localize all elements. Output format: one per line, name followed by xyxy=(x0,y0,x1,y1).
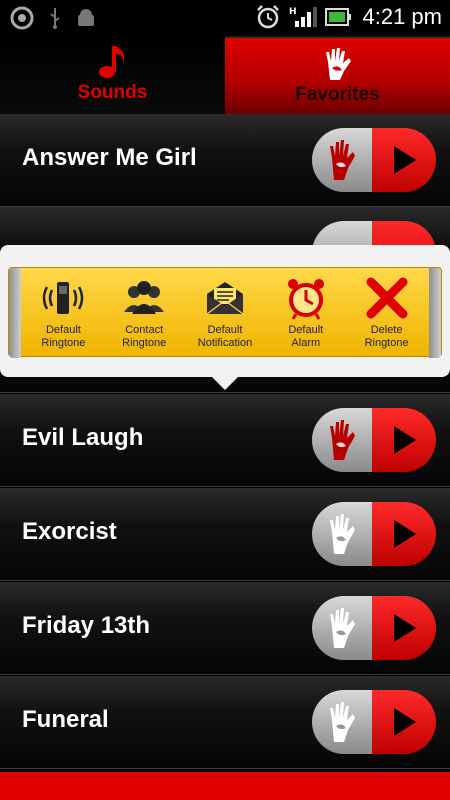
play-icon xyxy=(394,520,416,548)
default-alarm-button[interactable]: Default Alarm xyxy=(265,268,346,358)
bloody-hand-icon xyxy=(330,608,355,648)
list-item[interactable]: Answer Me Girl xyxy=(0,114,450,207)
action-label: Default Ringtone xyxy=(41,324,86,349)
contact-ringtone-button[interactable]: Contact Ringtone xyxy=(104,268,185,358)
android-debug-icon xyxy=(78,9,94,26)
phone-ringing-icon xyxy=(43,282,84,314)
list-item[interactable]: Exorcist xyxy=(0,488,450,581)
action-strip: Default Ringtone Contact Ringtone Defaul… xyxy=(8,267,442,358)
delete-ringtone-button[interactable]: Delete Ringtone xyxy=(346,268,427,358)
strip-handle-left xyxy=(9,268,21,358)
list-item[interactable]: Funeral xyxy=(0,676,450,769)
sound-title: Answer Me Girl xyxy=(22,144,197,171)
favorite-toggle[interactable] xyxy=(312,128,372,192)
usb-icon xyxy=(50,8,60,29)
contacts-icon xyxy=(124,281,165,314)
play-icon xyxy=(394,708,416,736)
default-ringtone-button[interactable]: Default Ringtone xyxy=(23,268,104,358)
music-note-icon xyxy=(98,46,124,78)
bottom-bar xyxy=(0,772,450,800)
list-item[interactable]: Evil Laugh xyxy=(0,394,450,487)
action-label: Default Alarm xyxy=(288,324,324,349)
favorite-toggle[interactable] xyxy=(312,596,372,660)
action-label: Contact Ringtone xyxy=(122,324,167,349)
play-control xyxy=(312,690,436,754)
status-time: 4:21 pm xyxy=(362,4,443,29)
list-item[interactable]: Friday 13th xyxy=(0,582,450,675)
tab-sounds[interactable]: Sounds xyxy=(0,36,225,114)
play-icon xyxy=(394,614,416,642)
signal-icon: H xyxy=(289,7,317,27)
play-button[interactable] xyxy=(372,596,436,660)
play-control xyxy=(312,408,436,472)
tab-favorites[interactable]: Favorites xyxy=(225,36,450,114)
play-button[interactable] xyxy=(372,408,436,472)
sound-title: Friday 13th xyxy=(22,612,151,639)
bloody-hand-icon xyxy=(330,514,355,554)
favorite-toggle[interactable] xyxy=(312,408,372,472)
action-label: Default Notification xyxy=(197,324,253,349)
bloody-hand-icon xyxy=(330,140,355,180)
strip-handle-right xyxy=(429,268,441,358)
ringtone-action-popup: Default Ringtone Contact Ringtone Defaul… xyxy=(0,245,450,377)
tab-bar: Sounds Favorites xyxy=(0,36,450,114)
play-icon xyxy=(394,146,416,174)
play-icon xyxy=(394,426,416,454)
play-control xyxy=(312,596,436,660)
alarm-status-icon xyxy=(256,5,279,29)
default-notification-button[interactable]: Default Notification xyxy=(185,268,266,358)
status-bar: H 4:21 pm xyxy=(0,0,450,36)
play-control xyxy=(312,502,436,566)
bloody-hand-icon xyxy=(330,420,355,460)
tab-sounds-label: Sounds xyxy=(77,82,148,103)
bloody-hand-icon xyxy=(325,48,351,80)
favorite-toggle[interactable] xyxy=(312,502,372,566)
play-control xyxy=(312,128,436,192)
sound-title: Exorcist xyxy=(22,518,117,545)
battery-icon xyxy=(324,8,351,26)
action-label: Delete Ringtone xyxy=(364,324,409,349)
alarm-clock-icon xyxy=(287,279,324,320)
sound-title: Funeral xyxy=(22,706,109,733)
play-button[interactable] xyxy=(372,128,436,192)
play-button[interactable] xyxy=(372,502,436,566)
delete-x-icon xyxy=(366,277,408,319)
svg-text:H: H xyxy=(289,7,297,17)
favorite-toggle[interactable] xyxy=(312,690,372,754)
app-notification-icon xyxy=(10,6,34,30)
sound-title: Evil Laugh xyxy=(22,424,144,451)
envelope-icon xyxy=(206,282,244,315)
play-button[interactable] xyxy=(372,690,436,754)
tab-favorites-label: Favorites xyxy=(295,84,380,105)
popup-pointer xyxy=(211,376,239,390)
bloody-hand-icon xyxy=(330,702,355,742)
